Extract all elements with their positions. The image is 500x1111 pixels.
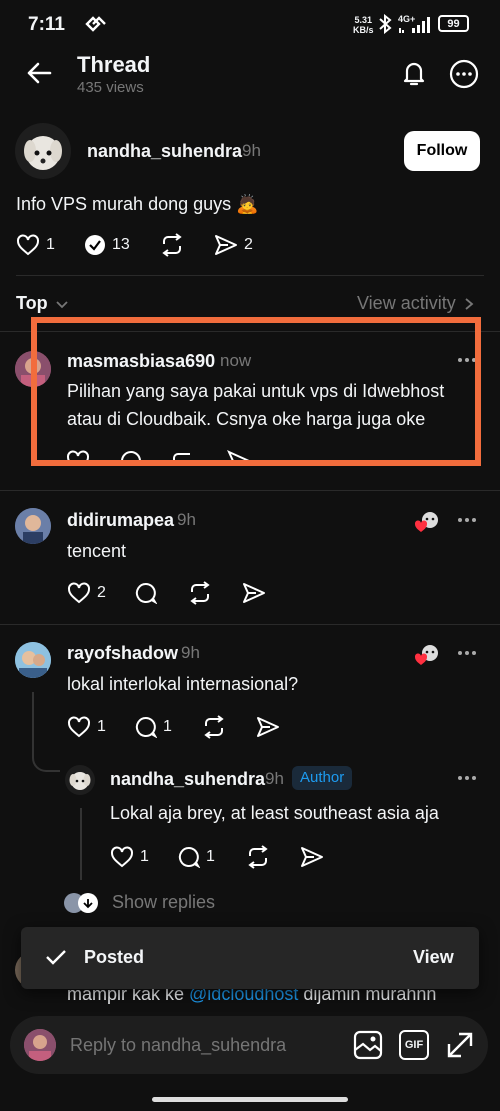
author-badge: Author xyxy=(292,766,353,790)
chevron-right-icon xyxy=(465,297,474,310)
reply-username[interactable]: nandha_suhendra xyxy=(110,769,265,790)
send-icon xyxy=(257,717,279,737)
heart-icon xyxy=(17,234,39,256)
repost-icon xyxy=(248,845,268,869)
reply-like-button[interactable]: 2 xyxy=(67,582,106,604)
toast-view-button[interactable]: View xyxy=(413,947,454,968)
reply-like-button[interactable]: 1 xyxy=(110,846,149,868)
heart-icon xyxy=(68,582,90,604)
thread-line xyxy=(32,692,60,772)
send-icon xyxy=(301,847,323,867)
send-icon xyxy=(215,235,237,255)
send-icon xyxy=(243,583,265,603)
battery-icon: 99 xyxy=(438,15,469,32)
home-indicator xyxy=(152,1097,348,1102)
chevron-down-icon xyxy=(78,892,98,913)
avatar[interactable] xyxy=(65,765,95,795)
reply-input[interactable] xyxy=(70,1030,340,1060)
highlight-box xyxy=(31,317,481,466)
divider xyxy=(16,275,484,276)
status-app-icon xyxy=(84,15,106,33)
heart-icon xyxy=(68,716,90,738)
notification-bell-icon[interactable] xyxy=(399,58,429,88)
show-replies-button[interactable]: Show replies xyxy=(64,892,215,913)
reply-text: tencent xyxy=(67,541,127,561)
avatar[interactable] xyxy=(15,642,51,678)
bluetooth-icon xyxy=(378,14,392,34)
page-title: Thread xyxy=(77,52,151,77)
reply-repost-button[interactable] xyxy=(245,845,271,869)
signal-icon xyxy=(398,16,432,34)
repost-icon xyxy=(204,715,224,739)
avatar xyxy=(24,1029,56,1061)
avatar[interactable] xyxy=(15,123,71,179)
post-text: Info VPS murah dong guys 🙇 xyxy=(16,194,259,214)
expand-icon[interactable] xyxy=(445,1030,475,1060)
header: Thread 435 views xyxy=(0,46,500,102)
views-count: 435 views xyxy=(77,79,144,96)
reply-time: 9h xyxy=(181,643,200,662)
posted-toast: Posted View xyxy=(21,927,479,989)
status-time: 7:11 xyxy=(28,14,65,35)
reply-like-button[interactable]: 1 xyxy=(67,716,106,738)
back-button[interactable] xyxy=(26,60,52,86)
reply-time: 9h xyxy=(177,510,196,529)
more-options-icon[interactable] xyxy=(449,59,479,89)
reply-repost-button[interactable] xyxy=(201,715,227,739)
reply-username[interactable]: rayofshadow xyxy=(67,643,178,664)
avatar[interactable] xyxy=(15,508,51,544)
gif-button[interactable]: GIF xyxy=(399,1030,429,1060)
reply-repost-button[interactable] xyxy=(187,581,213,605)
reply-share-button[interactable] xyxy=(242,582,266,604)
comment-icon xyxy=(135,716,157,738)
checkmark-icon xyxy=(46,950,66,965)
comment-icon xyxy=(178,846,200,868)
comment-check-icon xyxy=(85,235,105,255)
post-time: 9h xyxy=(242,141,261,160)
reply-share-button[interactable] xyxy=(256,716,280,738)
reply-text: Lokal aja brey, at least southeast asia … xyxy=(110,803,439,823)
comment-icon xyxy=(135,582,157,604)
status-bar: 7:11 5.31 KB/s 4G+ 99 xyxy=(0,0,500,46)
repost-icon xyxy=(162,233,182,257)
reply-composer: GIF xyxy=(10,1016,488,1074)
post-repost-button[interactable] xyxy=(159,233,185,257)
liked-by-author-icon xyxy=(415,643,441,667)
view-activity-link[interactable]: View activity xyxy=(357,293,476,314)
post-like-button[interactable]: 1 xyxy=(16,234,55,256)
toast-label: Posted xyxy=(84,947,145,967)
heart-icon xyxy=(111,846,133,868)
reply-share-button[interactable] xyxy=(300,846,324,868)
more-options-icon[interactable] xyxy=(458,518,476,522)
sort-dropdown[interactable]: Top xyxy=(16,293,70,314)
thread-line xyxy=(80,808,82,880)
repost-icon xyxy=(190,581,210,605)
post-comment-button[interactable]: 13 xyxy=(84,234,130,256)
more-options-icon[interactable] xyxy=(458,651,476,655)
divider xyxy=(0,624,500,625)
post-share-button[interactable]: 2 xyxy=(214,234,253,256)
chevron-down-icon xyxy=(56,300,68,308)
reply-username[interactable]: didirumapea xyxy=(67,510,174,531)
network-speed: 5.31 KB/s xyxy=(353,15,374,35)
follow-button[interactable]: Follow xyxy=(404,131,480,171)
image-picker-icon[interactable] xyxy=(353,1030,383,1060)
reply-comment-button[interactable] xyxy=(135,582,157,604)
liked-by-author-icon xyxy=(415,510,441,534)
divider xyxy=(0,490,500,491)
reply-comment-button[interactable]: 1 xyxy=(178,846,215,868)
reply-comment-button[interactable]: 1 xyxy=(135,716,172,738)
post-username[interactable]: nandha_suhendra xyxy=(87,141,242,162)
reply-time: 9h xyxy=(265,769,284,788)
reply-text: lokal interlokal internasional? xyxy=(67,674,299,694)
more-options-icon[interactable] xyxy=(458,776,476,780)
